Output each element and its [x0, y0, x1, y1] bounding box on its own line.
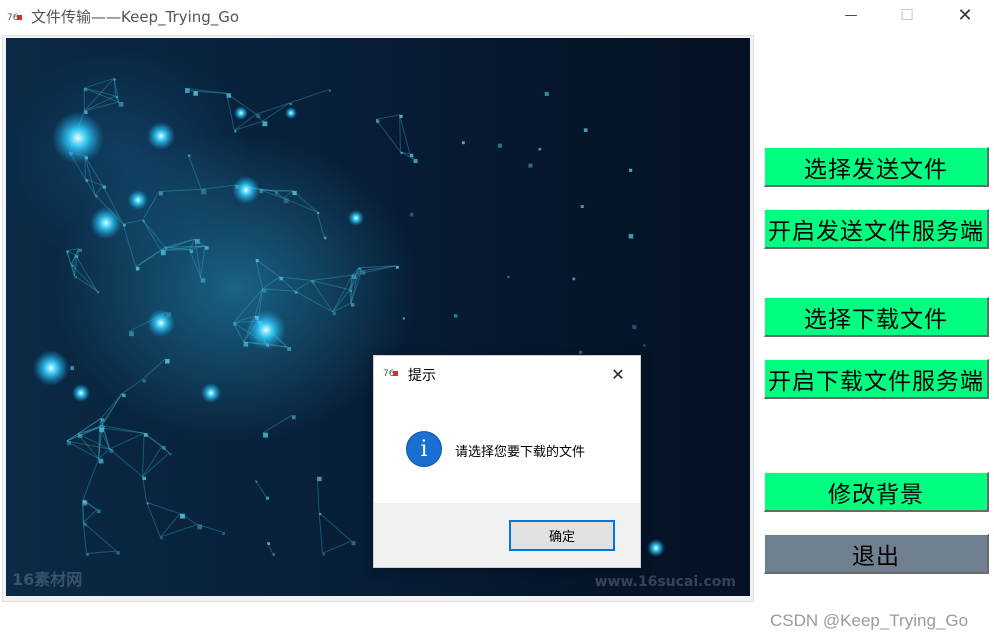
- message-dialog: 76 提示 ✕ i 请选择您要下载的文件 确定: [373, 355, 641, 568]
- exit-button[interactable]: 退出: [764, 534, 989, 574]
- footer-watermark: CSDN @Keep_Trying_Go: [770, 611, 969, 630]
- dialog-app-icon: 76: [383, 365, 399, 379]
- maximize-button[interactable]: ☐: [884, 0, 930, 30]
- start-download-server-button[interactable]: 开启下载文件服务端: [764, 359, 989, 399]
- maximize-icon: ☐: [900, 6, 914, 24]
- window-title: 文件传输——Keep_Trying_Go: [31, 8, 240, 26]
- select-send-file-button[interactable]: 选择发送文件: [764, 147, 989, 187]
- dialog-title: 提示: [408, 368, 436, 384]
- svg-text:76: 76: [383, 369, 395, 379]
- title-bar: 76 文件传输——Keep_Trying_Go — ☐ ✕: [0, 0, 994, 32]
- dialog-footer: 确定: [374, 503, 640, 567]
- minimize-icon: —: [844, 7, 858, 23]
- image-watermark-right: www.16sucai.com: [594, 574, 736, 590]
- change-background-button[interactable]: 修改背景: [764, 472, 989, 512]
- app-icon: 76: [7, 9, 23, 23]
- close-icon: ✕: [611, 364, 625, 384]
- close-icon: ✕: [957, 4, 973, 26]
- select-download-file-button[interactable]: 选择下载文件: [764, 297, 989, 337]
- info-icon: i: [406, 431, 442, 467]
- dialog-close-button[interactable]: ✕: [608, 364, 628, 384]
- start-send-server-button[interactable]: 开启发送文件服务端: [764, 209, 989, 249]
- svg-text:76: 76: [7, 13, 19, 23]
- minimize-button[interactable]: —: [828, 0, 874, 30]
- close-button[interactable]: ✕: [942, 0, 988, 30]
- info-icon-glyph: i: [420, 436, 428, 462]
- ok-button[interactable]: 确定: [509, 520, 615, 551]
- image-watermark-left: 16素材网: [12, 570, 83, 589]
- dialog-message: 请选择您要下载的文件: [455, 445, 586, 460]
